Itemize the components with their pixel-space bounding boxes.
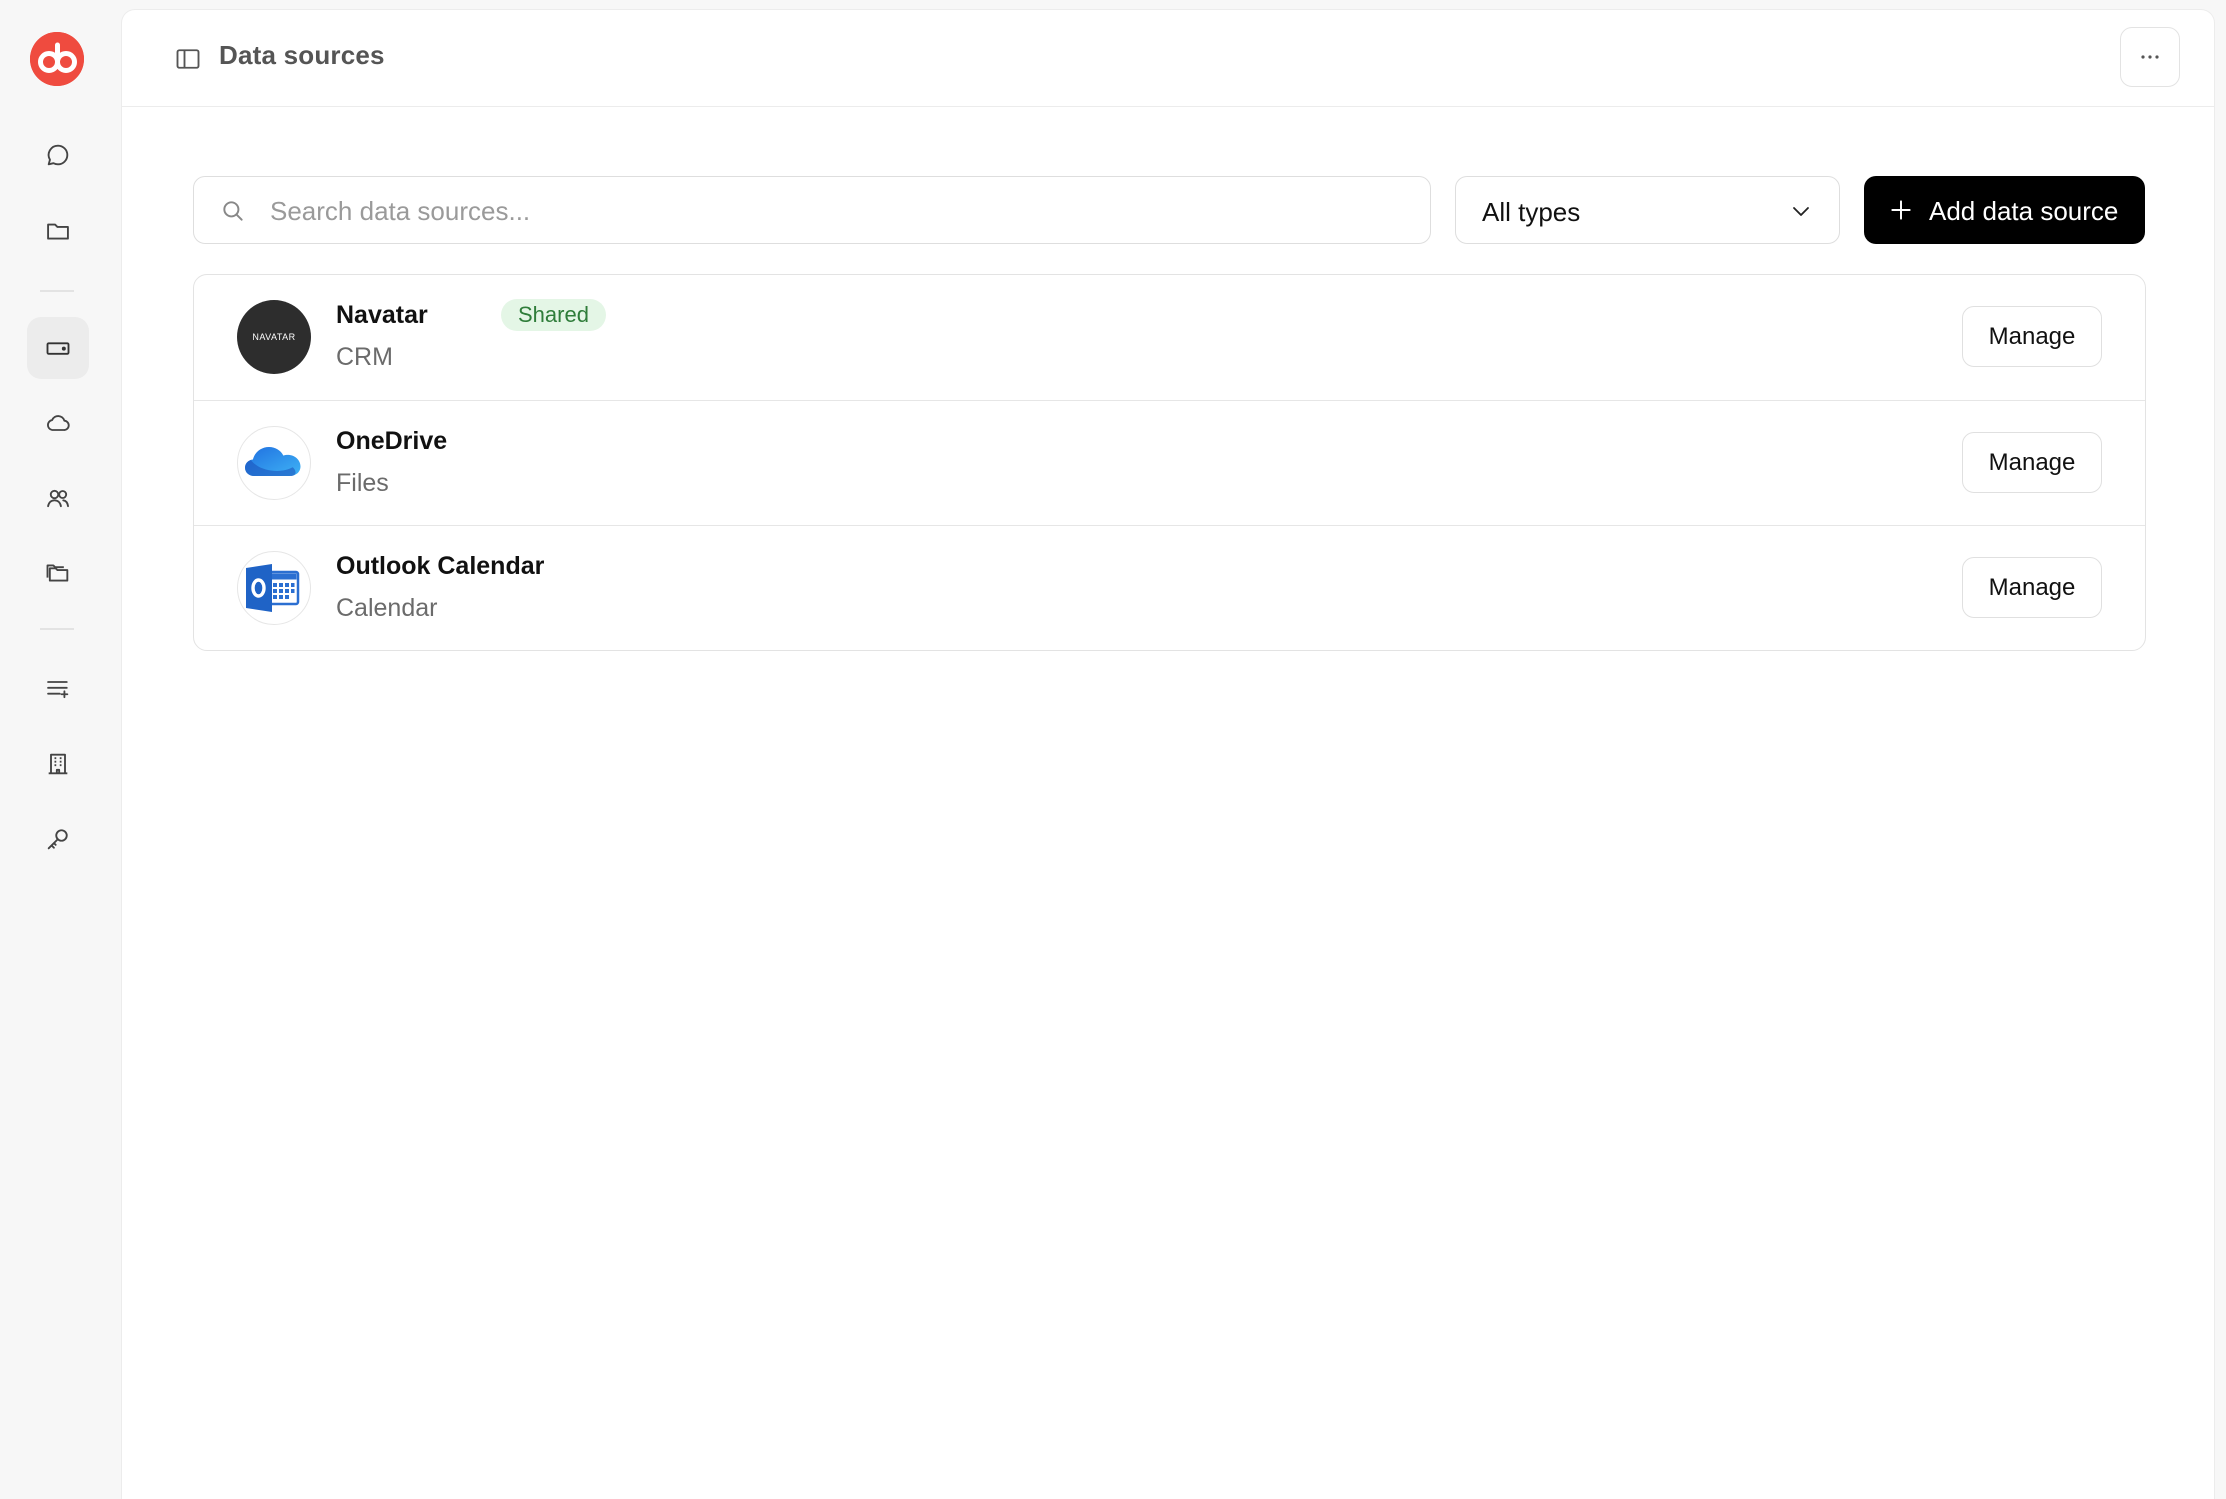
source-type: Files: [336, 469, 389, 497]
nav-data-sources[interactable]: [27, 317, 89, 379]
rail-divider: [40, 628, 74, 630]
onedrive-cloud-icon: [245, 447, 301, 476]
search-input[interactable]: [268, 177, 1412, 245]
outlook-logo: [237, 551, 311, 625]
sidebar-toggle-icon[interactable]: [174, 45, 202, 73]
list-item: Outlook Calendar Calendar Manage: [194, 525, 2145, 650]
nav-files[interactable]: [27, 542, 89, 604]
nav-users[interactable]: [27, 467, 89, 529]
plus-icon: [1891, 200, 1911, 220]
source-name: Outlook Calendar: [336, 552, 545, 580]
logo-mark-icon: [30, 32, 84, 86]
outlook-calendar-icon: [246, 564, 300, 612]
top-bar: Data sources: [122, 10, 2214, 107]
nav-organization[interactable]: [27, 733, 89, 795]
source-name: Navatar: [336, 301, 428, 329]
data-source-list: NAVATAR Navatar Shared CRM Manage OneDri…: [193, 274, 2146, 651]
nav-folders[interactable]: [27, 200, 89, 262]
type-filter-value: All types: [1482, 197, 1581, 227]
key-icon: [47, 829, 68, 850]
app-logo[interactable]: [30, 32, 84, 86]
search-box: [193, 176, 1431, 245]
page-title: Data sources: [219, 40, 385, 70]
list-item: OneDrive Files Manage: [194, 400, 2145, 526]
main-panel: Data sources All types Add data source: [121, 9, 2215, 1499]
navatar-logo-text: NAVATAR: [252, 332, 296, 342]
shared-badge: Shared: [501, 299, 606, 331]
search-icon: [223, 201, 243, 221]
add-data-source-button[interactable]: Add data source: [1864, 176, 2145, 244]
manage-button[interactable]: Manage: [1962, 306, 2102, 367]
list-item: NAVATAR Navatar Shared CRM Manage: [194, 275, 2145, 400]
files-icon: [46, 564, 69, 582]
nav-chat[interactable]: [27, 124, 89, 186]
folder-icon: [47, 223, 69, 240]
more-options-button[interactable]: [2120, 27, 2180, 87]
users-icon: [47, 489, 69, 508]
chevron-down-icon: [1793, 207, 1809, 216]
source-type: CRM: [336, 343, 393, 371]
nav-api-keys[interactable]: [27, 808, 89, 870]
navatar-logo: NAVATAR: [237, 300, 311, 374]
sidebar-rail: [0, 0, 120, 1498]
ellipsis-icon: [2141, 55, 2159, 59]
type-filter-select[interactable]: All types: [1455, 176, 1840, 244]
nav-lists[interactable]: [27, 658, 89, 720]
add-data-source-label: Add data source: [1929, 196, 2119, 226]
manage-button[interactable]: Manage: [1962, 557, 2102, 618]
source-name: OneDrive: [336, 427, 448, 455]
chat-icon: [47, 144, 69, 166]
data-sources-icon: [46, 342, 70, 355]
source-type: Calendar: [336, 594, 438, 622]
list-add-icon: [47, 681, 69, 699]
nav-cloud[interactable]: [27, 392, 89, 454]
cloud-icon: [46, 415, 70, 431]
manage-button[interactable]: Manage: [1962, 432, 2102, 493]
onedrive-logo: [237, 426, 311, 500]
building-icon: [48, 753, 68, 775]
rail-divider: [40, 290, 74, 292]
